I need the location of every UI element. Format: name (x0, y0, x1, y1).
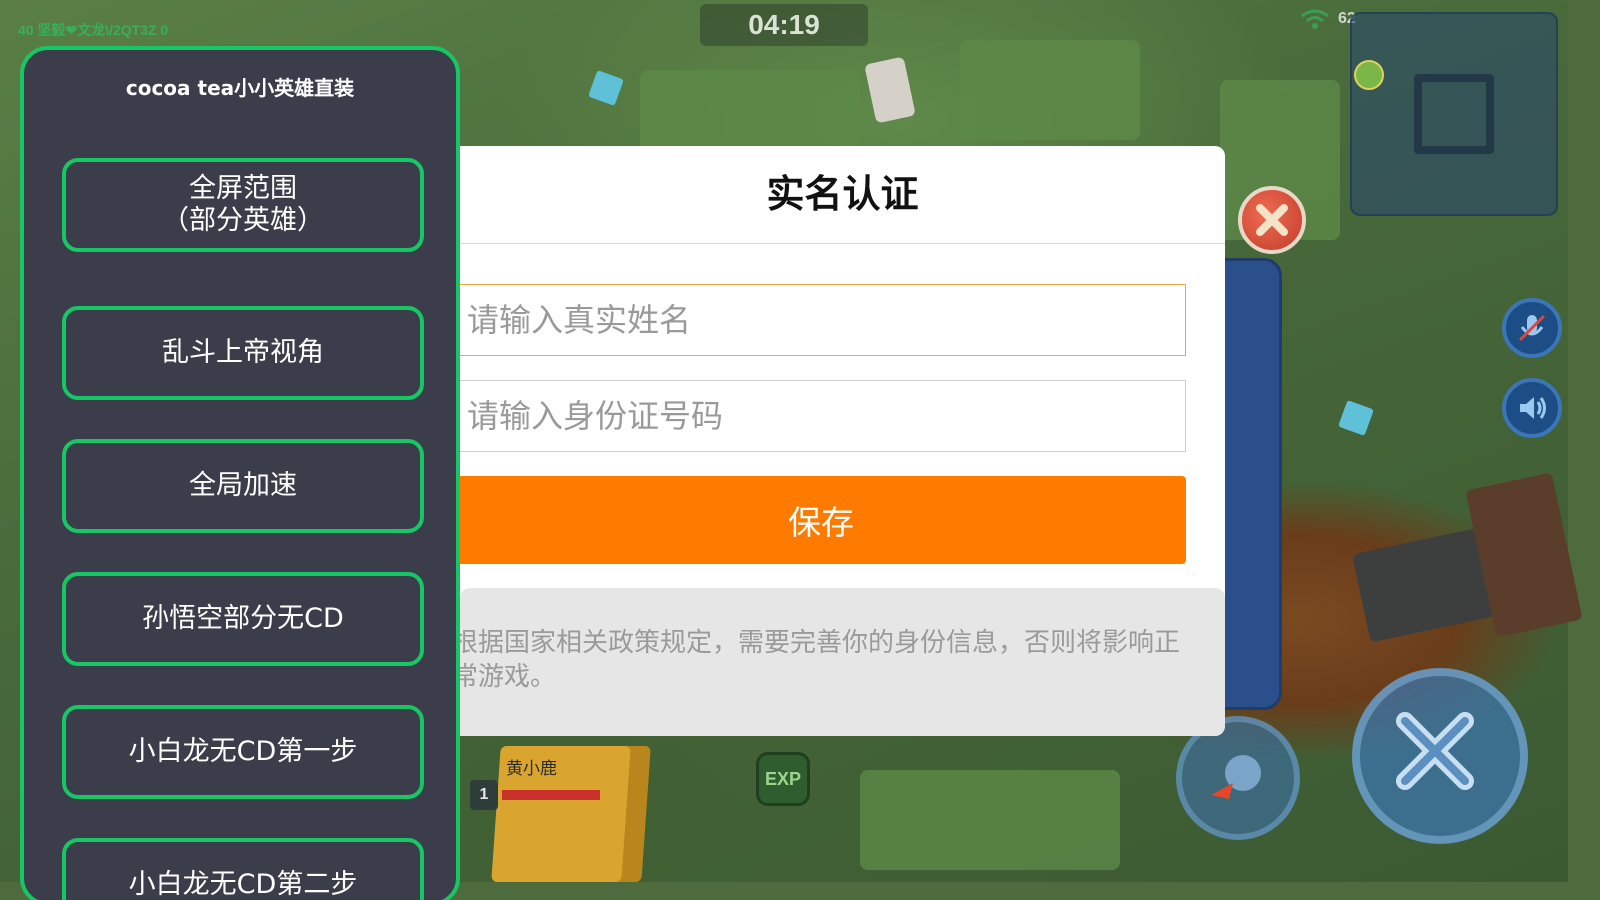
real-name-input[interactable] (460, 284, 1186, 356)
enemy-health-bar (502, 790, 600, 800)
crystal-cube (1338, 400, 1374, 436)
match-timer: 04:19 (700, 4, 868, 46)
fullscreen-range-button[interactable]: 全屏范围 （部分英雄） (62, 158, 424, 252)
enemy-level: 1 (470, 780, 498, 810)
policy-notice: 根据国家相关政策规定，需要完善你的身份信息，否则将影响正常游戏。 (460, 588, 1225, 736)
brawl-god-view-button[interactable]: 乱斗上帝视角 (62, 306, 424, 400)
rock (864, 56, 916, 124)
mute-mic-icon (1518, 314, 1546, 342)
cheat-menu-panel: cocoa tea小小英雄直装 全屏范围 （部分英雄） 乱斗上帝视角 全局加速 … (20, 46, 460, 900)
speaker-icon (1520, 397, 1546, 419)
minimap-center (1414, 74, 1494, 154)
real-name-dialog: 实名认证 保存 根据国家相关政策规定，需要完善你的身份信息，否则将影响正常游戏。 (460, 146, 1225, 736)
cheat-menu-title: cocoa tea小小英雄直装 (125, 76, 355, 100)
white-dragon-step2-button[interactable]: 小白龙无CD第二步 (62, 838, 424, 900)
grass-tile (960, 40, 1140, 140)
policy-notice-text: 根据国家相关政策规定，需要完善你的身份信息，否则将影响正常游戏。 (460, 628, 1181, 692)
sun-wukong-no-cd-button[interactable]: 孙悟空部分无CD (62, 572, 424, 666)
id-number-input[interactable] (460, 380, 1186, 452)
player-avatar (1354, 60, 1384, 90)
save-button[interactable]: 保存 (460, 476, 1186, 564)
enemy-name: 黄小鹿 (506, 759, 557, 779)
crystal-cube (588, 70, 624, 106)
wifi-icon (1301, 9, 1329, 29)
player-info: 40 坚毅❤文龙\/2QT3Z 0 (18, 22, 169, 38)
mute-mic-button[interactable] (1502, 298, 1562, 358)
global-speedup-button[interactable]: 全局加速 (62, 439, 424, 533)
dialog-title: 实名认证 (460, 146, 1225, 244)
attack-button[interactable] (1352, 668, 1528, 844)
minimap[interactable] (1350, 12, 1558, 216)
close-dialog-button[interactable] (1238, 186, 1306, 254)
grass-tile (860, 770, 1120, 870)
white-dragon-step1-button[interactable]: 小白龙无CD第一步 (62, 705, 424, 799)
speaker-button[interactable] (1502, 378, 1562, 438)
attack-swords-icon (1396, 712, 1474, 790)
close-icon (1256, 204, 1288, 236)
skill-icon (1211, 755, 1261, 799)
exp-pickup: EXP (756, 752, 810, 806)
